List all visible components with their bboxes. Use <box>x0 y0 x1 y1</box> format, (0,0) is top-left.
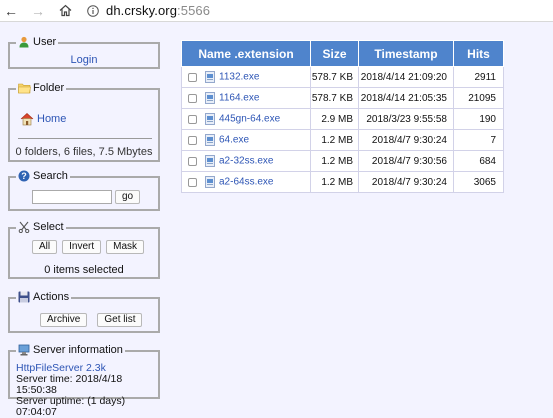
actions-panel-legend: Actions <box>16 291 72 303</box>
get-list-button[interactable]: Get list <box>97 313 143 327</box>
select-mask-button[interactable]: Mask <box>106 240 145 254</box>
file-link[interactable]: a2-32ss.exe <box>219 156 273 167</box>
file-hits: 21095 <box>453 87 504 109</box>
folder-divider <box>18 138 152 139</box>
actions-panel: Actions Archive Get list <box>8 291 160 333</box>
file-timestamp: 2018/4/14 21:09:20 <box>358 66 454 88</box>
file-timestamp: 2018/4/14 21:05:35 <box>358 87 454 109</box>
browser-toolbar: ← → dh.crsky.org:5566 <box>0 0 553 22</box>
url-port: :5566 <box>177 3 211 18</box>
row-checkbox[interactable] <box>188 93 197 103</box>
file-hits: 2911 <box>453 66 504 88</box>
folder-panel-title: Folder <box>33 82 65 94</box>
actions-panel-title: Actions <box>33 291 70 303</box>
file-size: 1.2 MB <box>310 171 359 193</box>
file-hits: 7 <box>453 129 504 151</box>
table-row: a2-64ss.exe 1.2 MB 2018/4/7 9:30:24 3065 <box>181 171 504 193</box>
file-size: 1.2 MB <box>310 150 359 172</box>
floppy-disk-icon <box>18 291 30 303</box>
user-icon <box>18 36 30 48</box>
exe-file-icon <box>205 92 215 104</box>
server-info-panel-legend: Server information <box>16 344 125 356</box>
table-row: 445gn-64.exe 2.9 MB 2018/3/23 9:55:58 19… <box>181 108 504 130</box>
file-timestamp: 2018/4/7 9:30:56 <box>358 150 454 172</box>
user-panel-title: User <box>33 36 57 48</box>
row-checkbox[interactable] <box>188 114 197 124</box>
server-icon <box>18 344 30 356</box>
folder-icon <box>18 82 31 94</box>
info-icon[interactable] <box>86 4 100 18</box>
search-panel: ? Search go <box>8 170 160 211</box>
file-hits: 3065 <box>453 171 504 193</box>
user-panel: User Login <box>8 36 160 69</box>
folder-panel: Folder Home 0 folders, 6 files, 7.5 Mbyt… <box>8 82 160 162</box>
file-size: 1.2 MB <box>310 129 359 151</box>
url-host: dh.crsky.org <box>106 3 178 18</box>
select-all-button[interactable]: All <box>32 240 58 254</box>
exe-file-icon <box>205 134 215 146</box>
file-table: Name .extension Size Timestamp Hits 1132… <box>181 40 504 193</box>
folder-summary: 0 folders, 6 files, 7.5 Mbytes <box>15 146 153 158</box>
file-table-header: Name .extension Size Timestamp Hits <box>181 40 504 67</box>
file-link[interactable]: 445gn-64.exe <box>219 114 280 125</box>
selection-status: 0 items selected <box>44 264 124 276</box>
server-info-panel: Server information HttpFileServer 2.3k S… <box>8 344 160 418</box>
address-bar[interactable]: dh.crsky.org:5566 <box>106 3 210 18</box>
file-size: 2.9 MB <box>310 108 359 130</box>
select-invert-button[interactable]: Invert <box>62 240 102 254</box>
home-icon[interactable] <box>58 4 72 18</box>
server-uptime: Server uptime: (1 days) 07:04:07 <box>16 395 126 418</box>
table-row: 1164.exe 578.7 KB 2018/4/14 21:05:35 210… <box>181 87 504 109</box>
exe-file-icon <box>205 176 215 188</box>
file-link[interactable]: 1164.exe <box>219 93 259 104</box>
server-info-panel-title: Server information <box>33 344 123 356</box>
column-header-timestamp[interactable]: Timestamp <box>358 40 454 67</box>
column-header-name[interactable]: Name .extension <box>181 40 311 67</box>
file-link[interactable]: 1132.exe <box>219 72 259 83</box>
search-go-button[interactable]: go <box>115 190 141 204</box>
exe-file-icon <box>205 113 215 125</box>
home-icon <box>20 112 34 126</box>
row-checkbox[interactable] <box>188 72 197 82</box>
file-timestamp: 2018/3/23 9:55:58 <box>358 108 454 130</box>
home-row[interactable]: Home <box>20 112 66 126</box>
svg-text:?: ? <box>21 171 27 181</box>
back-arrow-icon[interactable]: ← <box>4 4 18 18</box>
row-checkbox[interactable] <box>188 135 197 145</box>
file-hits: 684 <box>453 150 504 172</box>
file-timestamp: 2018/4/7 9:30:24 <box>358 129 454 151</box>
row-checkbox[interactable] <box>188 156 197 166</box>
file-link[interactable]: 64.exe <box>219 135 249 146</box>
server-time: Server time: 2018/4/18 15:50:38 <box>16 373 123 396</box>
forward-arrow-icon[interactable]: → <box>31 4 45 18</box>
archive-button[interactable]: Archive <box>40 313 88 327</box>
column-header-size[interactable]: Size <box>310 40 359 67</box>
file-timestamp: 2018/4/7 9:30:24 <box>358 171 454 193</box>
search-panel-legend: ? Search <box>16 170 70 182</box>
exe-file-icon <box>205 155 215 167</box>
select-panel-legend: Select <box>16 221 66 234</box>
table-row: 1132.exe 578.7 KB 2018/4/14 21:09:20 291… <box>181 66 504 88</box>
column-header-hits[interactable]: Hits <box>453 40 504 67</box>
search-panel-title: Search <box>33 170 68 182</box>
search-input[interactable] <box>32 190 112 204</box>
table-row: a2-32ss.exe 1.2 MB 2018/4/7 9:30:56 684 <box>181 150 504 172</box>
folder-panel-legend: Folder <box>16 82 67 94</box>
home-link[interactable]: Home <box>37 113 66 125</box>
scissors-icon <box>18 221 30 234</box>
file-link[interactable]: a2-64ss.exe <box>219 177 273 188</box>
file-list: Name .extension Size Timestamp Hits 1132… <box>181 40 504 193</box>
file-size: 578.7 KB <box>310 87 359 109</box>
file-size: 578.7 KB <box>310 66 359 88</box>
user-panel-legend: User <box>16 36 59 48</box>
row-checkbox[interactable] <box>188 177 197 187</box>
search-icon: ? <box>18 170 30 182</box>
select-panel: Select All Invert Mask 0 items selected <box>8 221 160 279</box>
exe-file-icon <box>205 71 215 83</box>
table-row: 64.exe 1.2 MB 2018/4/7 9:30:24 7 <box>181 129 504 151</box>
select-panel-title: Select <box>33 221 64 233</box>
login-link[interactable]: Login <box>71 54 98 66</box>
file-hits: 190 <box>453 108 504 130</box>
